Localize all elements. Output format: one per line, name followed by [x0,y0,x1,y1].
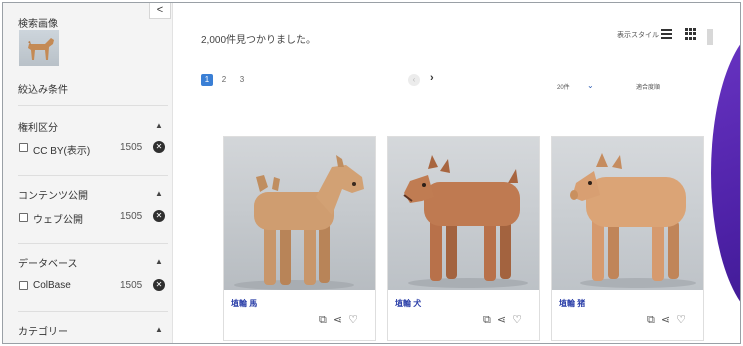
rights-count: 1505 [120,142,143,153]
card-title[interactable]: 埴輪 犬 [395,298,421,309]
sidebar-collapse-button[interactable]: < [149,3,171,19]
divider [18,243,168,244]
page-3-button[interactable]: 3 [236,74,248,86]
web-public-count: 1505 [120,211,143,222]
scroll-edge [707,29,713,45]
clear-rights-button[interactable]: ✕ [153,141,165,153]
haniwa-dog-image[interactable] [388,137,539,290]
colbase-checkbox[interactable] [19,281,28,290]
collapse-caret-icon[interactable]: ▲ [155,189,163,198]
heart-icon[interactable]: ♡ [676,314,686,326]
rights-checkbox[interactable] [19,143,28,152]
share-icon[interactable]: ⋖ [497,314,506,326]
collapse-caret-icon[interactable]: ▲ [155,325,163,334]
list-view-icon[interactable] [661,29,672,39]
image-search-icon[interactable]: ⧉ [483,314,491,326]
result-card[interactable]: 埴輪 猪 ⧉ ⋖ ♡ [551,136,704,341]
web-public-checkbox[interactable] [19,213,28,222]
heart-icon[interactable]: ♡ [512,314,522,326]
share-icon[interactable]: ⋖ [661,314,670,326]
divider [18,105,168,106]
section-title-content-public: コンテンツ公開 [18,191,88,202]
haniwa-horse-image[interactable] [224,137,375,290]
rights-option-label: CC BY(表示) [33,146,91,157]
section-title-category: カテゴリー [18,327,68,338]
next-page-button[interactable]: › [430,72,434,84]
page-1-button[interactable]: 1 [201,74,213,86]
filter-sidebar: < 検索画像 絞込み条件 権利区分 ▲ CC BY(表示) 1505 ✕ コンテ… [3,3,173,343]
heart-icon[interactable]: ♡ [348,314,358,326]
divider [18,311,168,312]
clear-web-public-button[interactable]: ✕ [153,210,165,222]
image-search-icon[interactable]: ⧉ [647,314,655,326]
results-count-text: 2,000件見つかりました。 [201,35,317,46]
haniwa-boar-image[interactable] [552,137,703,290]
filter-conditions-label: 絞込み条件 [18,85,68,96]
results-panel: 2,000件見つかりました。 表示スタイル 1 2 3 ‹ › 20件 ⌄ 適合… [174,3,740,343]
card-title[interactable]: 埴輪 馬 [231,298,257,309]
colbase-count: 1505 [120,280,143,291]
search-image-thumbnail[interactable] [19,30,59,66]
image-search-icon[interactable]: ⧉ [319,314,327,326]
clear-colbase-button[interactable]: ✕ [153,279,165,291]
sort-select[interactable]: 適合度順 [636,82,660,91]
divider [18,175,168,176]
prev-page-button[interactable]: ‹ [408,74,420,86]
app-window: < 検索画像 絞込み条件 権利区分 ▲ CC BY(表示) 1505 ✕ コンテ… [2,2,741,344]
chevron-down-icon[interactable]: ⌄ [587,81,594,90]
web-public-option-label: ウェブ公開 [33,215,83,226]
section-title-rights: 権利区分 [18,123,58,134]
result-card[interactable]: 埴輪 馬 ⧉ ⋖ ♡ [223,136,376,341]
section-title-database: データベース [18,259,78,270]
result-card[interactable]: 埴輪 犬 ⧉ ⋖ ♡ [387,136,540,341]
page-2-button[interactable]: 2 [218,74,230,86]
search-image-label: 検索画像 [18,19,58,30]
display-style-label: 表示スタイル [617,32,659,39]
grid-view-icon[interactable] [685,28,697,40]
card-title[interactable]: 埴輪 猪 [559,298,585,309]
per-page-select[interactable]: 20件 [557,82,570,91]
collapse-caret-icon[interactable]: ▲ [155,257,163,266]
collapse-caret-icon[interactable]: ▲ [155,121,163,130]
share-icon[interactable]: ⋖ [333,314,342,326]
colbase-option-label: ColBase [33,280,71,291]
